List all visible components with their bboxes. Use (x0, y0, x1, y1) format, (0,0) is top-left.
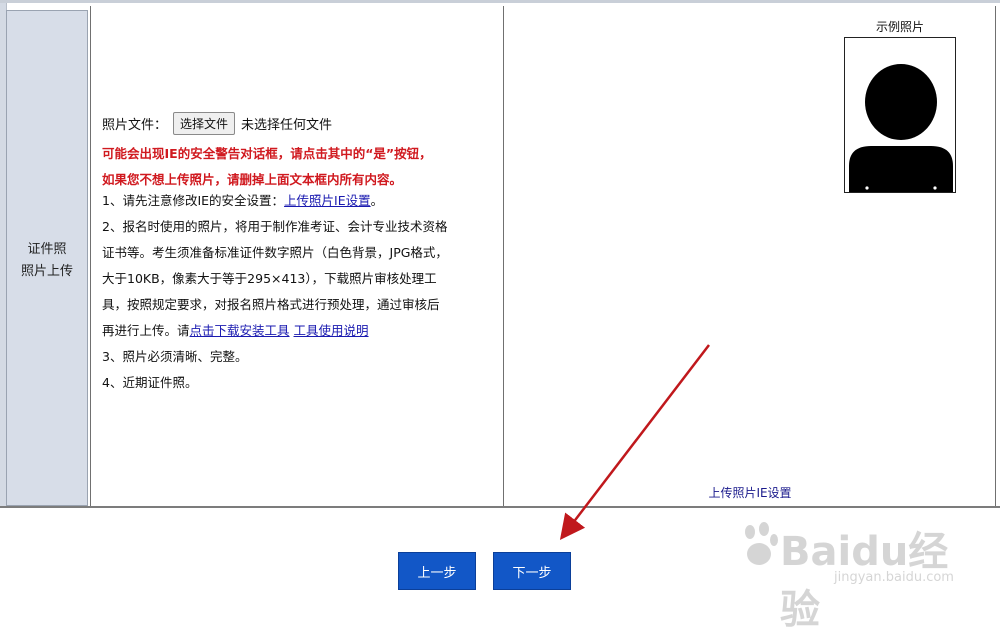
ie-warning-text: 可能会出现IE的安全警告对话框，请点击其中的“是”按钮， (102, 146, 432, 161)
ie-settings-link[interactable]: 上传照片IE设置 (284, 193, 371, 208)
row-label: 证件照 照片上传 (20, 242, 73, 279)
person-silhouette-icon (849, 64, 953, 192)
choose-file-button[interactable]: 选择文件 (173, 112, 236, 135)
download-tool-link[interactable]: 点击下载安装工具 (190, 323, 290, 338)
paw-icon (745, 522, 778, 565)
table-bottom-border (0, 506, 1000, 508)
sample-photo (844, 37, 956, 193)
baidu-watermark: Baidu经验 jingyan.baidu.com (740, 514, 980, 633)
row-label-cell: 证件照 照片上传 (6, 10, 88, 506)
instruction-4: 4、近期证件照。 (102, 375, 198, 390)
instruction-1: 1、请先注意修改IE的安全设置：上传照片IE设置。 (102, 193, 384, 208)
watermark-url: jingyan.baidu.com (834, 570, 954, 585)
upload-form-cell: 照片文件： 选择文件 未选择任何文件 可能会出现IE的安全警告对话框，请点击其中… (90, 6, 504, 506)
previous-step-button[interactable]: 上一步 (398, 552, 476, 590)
tool-guide-link[interactable]: 工具使用说明 (294, 323, 369, 338)
instruction-3: 3、照片必须清晰、完整。 (102, 349, 248, 364)
file-status: 未选择任何文件 (241, 118, 333, 133)
ie-settings-bottom-link[interactable]: 上传照片IE设置 (680, 484, 820, 501)
next-step-button[interactable]: 下一步 (493, 552, 571, 590)
photo-file-row: 照片文件： 选择文件 未选择任何文件 (102, 112, 332, 135)
sample-photo-title: 示例照片 (875, 20, 924, 34)
photo-file-label: 照片文件： (102, 118, 168, 133)
instruction-2: 2、报名时使用的照片，将用于制作准考证、会计专业技术资格 证书等。考生须准备标准… (102, 219, 448, 338)
delete-hint-text: 如果您不想上传照片，请删掉上面文本框内所有内容。 (102, 172, 403, 187)
